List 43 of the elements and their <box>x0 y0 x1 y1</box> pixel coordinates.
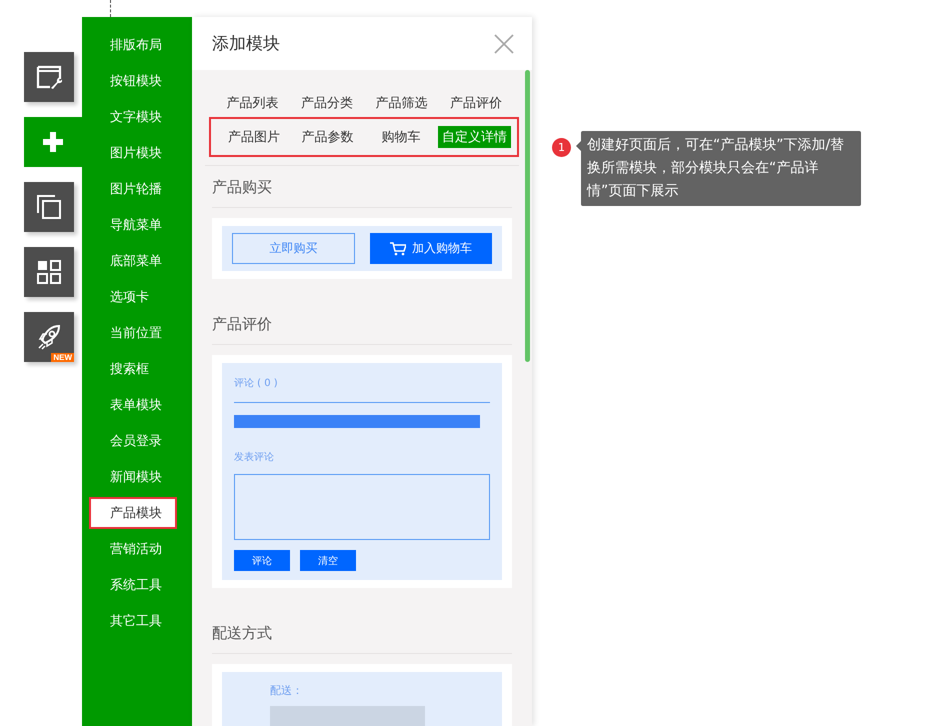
sidebar-item[interactable]: 其它工具 <box>82 603 192 639</box>
review-button[interactable]: 评论 <box>234 550 290 571</box>
delivery-label: 配送： <box>270 683 304 698</box>
sidebar-item[interactable]: 图片模块 <box>82 135 192 171</box>
sidebar-item[interactable]: 文字模块 <box>82 99 192 135</box>
category-tab[interactable]: 产品参数 <box>290 126 364 148</box>
category-tab[interactable]: 产品筛选 <box>364 92 438 114</box>
sidebar-item[interactable]: 导航菜单 <box>82 207 192 243</box>
sidebar-item[interactable]: 选项卡 <box>82 279 192 315</box>
toolbar-button[interactable]: NEW <box>24 312 74 362</box>
section-title: 配送方式 <box>212 612 512 654</box>
sidebar-item[interactable]: 系统工具 <box>82 567 192 603</box>
sidebar-item[interactable]: 营销活动 <box>82 531 192 567</box>
buy-now-button[interactable]: 立即购买 <box>232 233 354 264</box>
category-tab[interactable]: 产品分类 <box>290 92 364 114</box>
tooltip-text: 创建好页面后，可在“产品模块”下添加/替换所需模块，部分模块只会在“产品详情”页面下展示 <box>587 137 844 199</box>
sidebar-item[interactable]: 当前位置 <box>82 315 192 351</box>
section-title: 产品评价 <box>212 303 512 345</box>
panel-title: 添加模块 <box>212 33 280 55</box>
sidebar-item[interactable]: 会员登录 <box>82 423 192 459</box>
module-preview-card[interactable]: 评论 ( 0 ) 发表评论 评论 清空 <box>212 355 512 588</box>
sidebar-item[interactable]: 底部菜单 <box>82 243 192 279</box>
category-tab[interactable]: 购物车 <box>364 126 438 148</box>
new-badge: NEW <box>51 353 74 362</box>
section-title: 产品购买 <box>212 166 512 208</box>
review-count: 评论 ( 0 ) <box>234 377 279 390</box>
sidebar-item[interactable]: 新闻模块 <box>82 459 192 495</box>
category-tab[interactable]: 自定义详情 <box>438 126 511 148</box>
sidebar-item[interactable]: 排版布局 <box>82 27 192 63</box>
step-badge: 1 <box>552 138 571 157</box>
category-tab[interactable]: 产品图片 <box>217 126 290 148</box>
sidebar-item[interactable]: 按钮模块 <box>82 63 192 99</box>
add-to-cart-button[interactable]: 加入购物车 <box>370 233 492 264</box>
category-tab[interactable]: 产品评价 <box>438 92 513 114</box>
sidebar-item[interactable]: 搜索框 <box>82 351 192 387</box>
sidebar-item[interactable]: 表单模块 <box>82 387 192 423</box>
module-preview-card[interactable]: 立即购买 加入购物车 <box>212 218 512 279</box>
sidebar-item[interactable]: 产品模块 <box>89 497 177 529</box>
category-tab[interactable]: 产品列表 <box>215 92 290 114</box>
post-review-label: 发表评论 <box>234 450 275 464</box>
module-preview-card[interactable]: 配送： <box>212 664 512 726</box>
review-button[interactable]: 清空 <box>300 550 356 571</box>
sidebar-item[interactable]: 图片轮播 <box>82 171 192 207</box>
